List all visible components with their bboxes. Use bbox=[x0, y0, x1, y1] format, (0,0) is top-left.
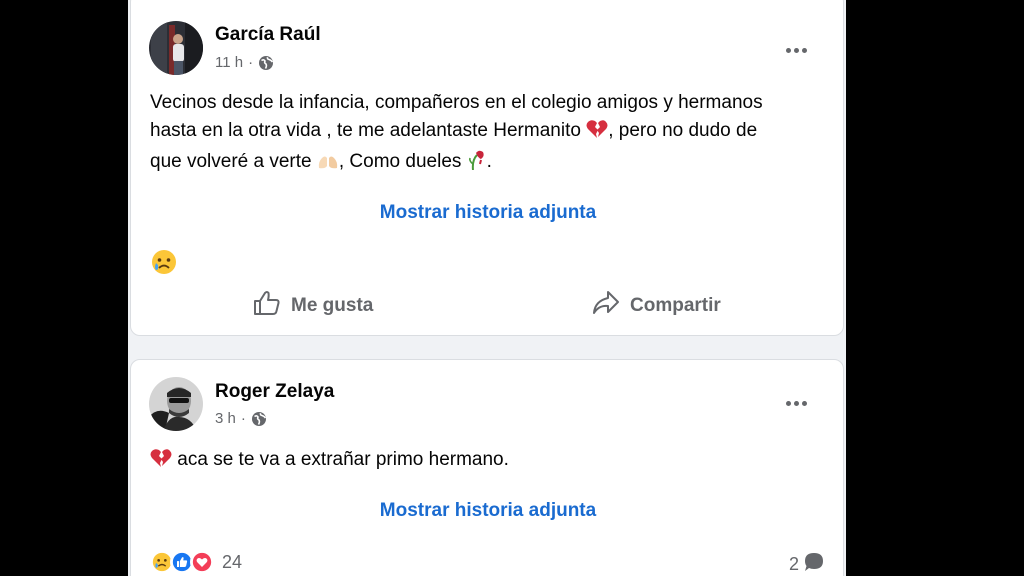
show-attached-story-link[interactable]: Mostrar historia adjunta bbox=[131, 500, 845, 522]
avatar[interactable] bbox=[149, 377, 203, 431]
post-text-line: que volveré a verte , Como dueles . bbox=[150, 148, 840, 179]
share-button[interactable]: Compartir bbox=[592, 290, 721, 322]
dot-icon bbox=[793, 400, 799, 406]
post-card: Roger Zelaya 3 h · aca se te va a extrañ… bbox=[130, 359, 844, 576]
more-options-button[interactable] bbox=[779, 393, 813, 413]
post-text-segment: , Como dueles bbox=[338, 151, 467, 172]
show-attached-story-link[interactable]: Mostrar historia adjunta bbox=[131, 202, 845, 224]
comment-bubble-icon bbox=[803, 551, 825, 576]
avatar[interactable] bbox=[149, 21, 203, 75]
meta-separator: · bbox=[240, 410, 246, 427]
dot-icon bbox=[785, 400, 791, 406]
dot-icon bbox=[793, 47, 799, 53]
news-feed: García Raúl 11 h · Vecinos desde la infa… bbox=[128, 0, 846, 576]
dot-icon bbox=[785, 47, 791, 53]
globe-icon[interactable] bbox=[251, 411, 267, 427]
avatar-photo bbox=[149, 377, 203, 431]
globe-icon[interactable] bbox=[258, 55, 274, 71]
post-time[interactable]: 11 h bbox=[215, 54, 243, 71]
share-arrow-icon bbox=[592, 290, 620, 322]
meta-separator: · bbox=[248, 54, 254, 71]
thumbs-up-icon bbox=[253, 290, 281, 322]
post-meta: 11 h · bbox=[215, 54, 274, 71]
comment-count[interactable]: 2 bbox=[789, 551, 825, 576]
author-name[interactable]: García Raúl bbox=[215, 24, 321, 46]
author-name[interactable]: Roger Zelaya bbox=[215, 381, 334, 403]
dot-icon bbox=[801, 400, 807, 406]
post-text: Vecinos desde la infancia, compañeros en… bbox=[150, 89, 840, 179]
like-button[interactable]: Me gusta bbox=[253, 290, 373, 322]
sad-cry-face-icon bbox=[151, 249, 177, 280]
post-text: aca se te va a extrañar primo hermano. bbox=[150, 446, 840, 477]
praying-hands-icon bbox=[317, 151, 339, 179]
more-options-button[interactable] bbox=[779, 40, 813, 60]
reaction-count: 24 bbox=[222, 551, 243, 572]
reactions-summary[interactable]: 24 bbox=[150, 550, 242, 574]
love-reaction-icon bbox=[190, 550, 214, 574]
like-label: Me gusta bbox=[291, 295, 374, 316]
post-meta: 3 h · bbox=[215, 410, 267, 427]
post-text-line: Vecinos desde la infancia, compañeros en… bbox=[150, 92, 763, 113]
avatar-photo bbox=[149, 21, 203, 75]
dot-icon bbox=[801, 47, 807, 53]
share-label: Compartir bbox=[630, 295, 721, 316]
post-text-segment: . bbox=[486, 151, 492, 172]
post-text-segment: aca se te va a extrañar primo hermano. bbox=[177, 449, 509, 470]
broken-heart-icon bbox=[586, 119, 608, 148]
post-text-segment: , pero no dudo de bbox=[608, 120, 758, 141]
comment-count-number: 2 bbox=[788, 554, 799, 574]
post-text-line: hasta en la otra vida , te me adelantast… bbox=[150, 117, 840, 148]
wilted-flower-icon bbox=[467, 148, 487, 179]
post-text-segment: hasta en la otra vida , te me adelantast… bbox=[150, 120, 587, 141]
post-time[interactable]: 3 h bbox=[215, 410, 236, 427]
post-text-segment: que volveré a verte bbox=[150, 151, 317, 172]
broken-heart-icon bbox=[150, 448, 172, 477]
post-card: García Raúl 11 h · Vecinos desde la infa… bbox=[130, 0, 844, 336]
